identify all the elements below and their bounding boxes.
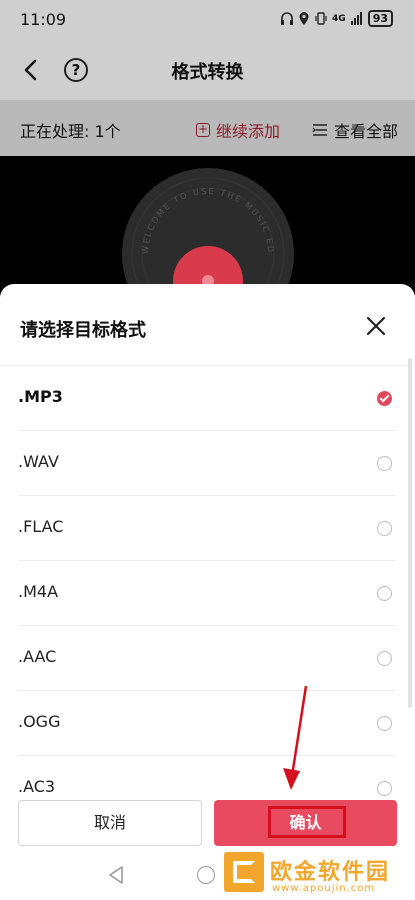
watermark-text: 欧金软件园 [270, 860, 391, 885]
nav-back-icon[interactable] [108, 866, 124, 884]
watermark: 欧金软件园 www.apoujin.com [224, 852, 414, 900]
plus-icon: + [196, 122, 210, 137]
processing-bar: 正在处理: 1个 + 继续添加 查看全部 [0, 100, 415, 156]
radio-unchecked-icon[interactable] [377, 586, 392, 601]
vibrate-icon [315, 12, 327, 25]
format-option[interactable]: .M4A [0, 561, 415, 626]
app-header: ? 格式转换 [0, 40, 415, 100]
cancel-button[interactable]: 取消 [18, 800, 202, 846]
view-all-button[interactable]: 查看全部 [312, 118, 398, 142]
signal-icon [350, 12, 362, 25]
format-option[interactable]: .AAC [0, 626, 415, 691]
radio-checked-icon[interactable] [377, 391, 392, 406]
format-label: .M4A [18, 582, 59, 601]
format-option[interactable]: .OGG [0, 691, 415, 756]
watermark-url: www.apoujin.com [272, 883, 376, 894]
battery-icon: 93 [367, 10, 393, 27]
annotation-highlight-box [268, 806, 346, 838]
radio-unchecked-icon[interactable] [377, 781, 392, 796]
radio-unchecked-icon[interactable] [377, 651, 392, 666]
continue-add-button[interactable]: + 继续添加 [196, 118, 280, 142]
watermark-logo-icon [224, 852, 264, 892]
sheet-title: 请选择目标格式 [20, 320, 146, 341]
vinyl-record-icon: WELCOME TO USE THE MUSIC EDITOR [120, 166, 294, 296]
close-icon[interactable] [366, 316, 386, 336]
format-label: .WAV [18, 452, 59, 471]
radio-unchecked-icon[interactable] [377, 456, 392, 471]
page-title: 格式转换 [171, 62, 244, 83]
list-icon [312, 124, 327, 136]
status-bar: 11:09 4G 93 [0, 0, 415, 40]
format-option[interactable]: .WAV [0, 431, 415, 496]
format-list: .MP3 .WAV .FLAC .M4A .AAC .OGG .AC3 [0, 366, 415, 821]
format-option[interactable]: .MP3 [0, 366, 415, 431]
location-icon [299, 12, 309, 25]
format-option[interactable]: .FLAC [0, 496, 415, 561]
annotation-arrow [283, 685, 308, 790]
processing-count: 正在处理: 1个 [20, 122, 121, 141]
format-label: .OGG [18, 712, 61, 731]
headphones-icon [281, 12, 294, 25]
nav-home-icon[interactable] [197, 866, 215, 884]
format-label: .AC3 [18, 777, 56, 796]
status-icons: 4G 93 [281, 10, 393, 27]
view-all-label: 查看全部 [334, 122, 399, 141]
scrollbar[interactable] [408, 358, 412, 708]
player-area: WELCOME TO USE THE MUSIC EDITOR [0, 156, 415, 296]
status-time: 11:09 [20, 10, 67, 29]
format-label: .AAC [18, 647, 57, 666]
format-label: .FLAC [18, 517, 64, 536]
network-type: 4G [332, 13, 346, 24]
continue-add-label: 继续添加 [216, 122, 281, 141]
radio-unchecked-icon[interactable] [377, 521, 392, 536]
radio-unchecked-icon[interactable] [377, 716, 392, 731]
format-label: .MP3 [18, 387, 63, 406]
